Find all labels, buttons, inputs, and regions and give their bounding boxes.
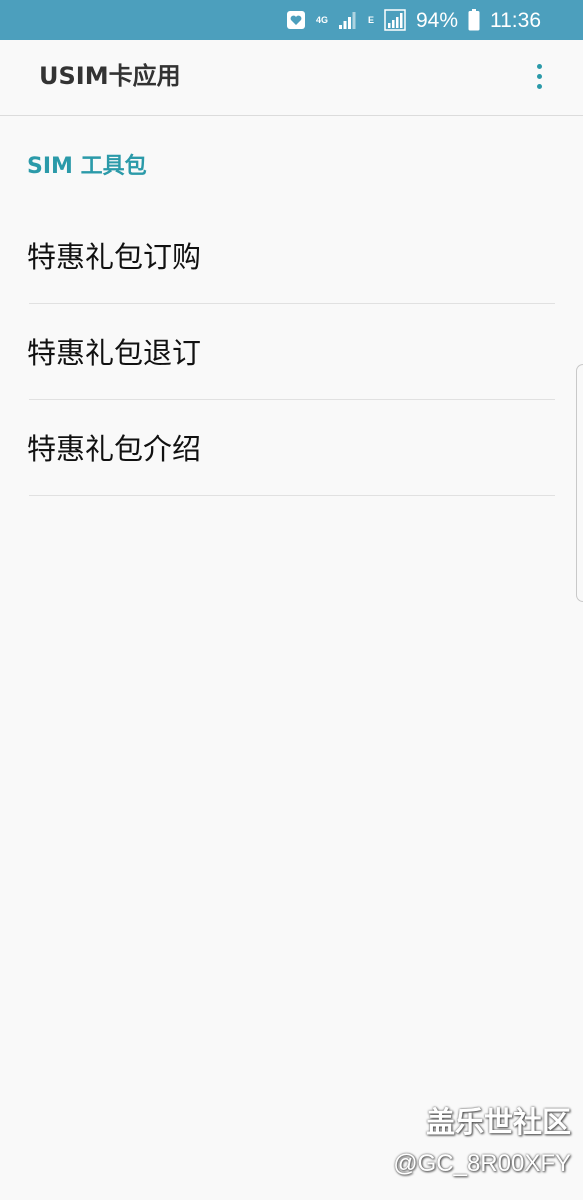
menu-item-label: 特惠礼包介绍 [27,432,202,466]
watermark-user: @GC_8R00XFY [393,1150,571,1177]
divider [29,495,555,496]
more-options-button[interactable] [535,64,545,92]
signal-2-icon [384,9,406,31]
edge-panel-handle[interactable] [576,364,583,602]
menu-item-unsubscribe[interactable]: 特惠礼包退订 [0,304,583,400]
status-bar: 4G E 94% 11:36 [0,0,583,40]
network-type-label: 4G [315,14,328,25]
menu-item-label: 特惠礼包订购 [27,240,202,274]
menu-item-introduction[interactable]: 特惠礼包介绍 [0,400,583,496]
page-title: USIM卡应用 [39,62,181,90]
status-time: 11:36 [490,8,541,32]
menu-item-label: 特惠礼包退订 [27,336,202,370]
menu-item-subscribe[interactable]: 特惠礼包订购 [0,208,583,304]
section-header: SIM 工具包 [27,154,147,179]
network-type-2-label: E [367,14,374,25]
status-icons: 4G E 94% 11:36 [286,0,541,40]
watermark-logo: 盖乐世社区 [425,1105,571,1139]
battery-percent: 94% [415,8,458,32]
signal-icon [338,10,358,30]
battery-icon [468,9,480,31]
notification-icon [286,10,306,30]
network-type-2-icon: E [367,14,374,25]
app-bar: USIM卡应用 [0,40,583,116]
network-type-icon: 4G [315,14,328,25]
